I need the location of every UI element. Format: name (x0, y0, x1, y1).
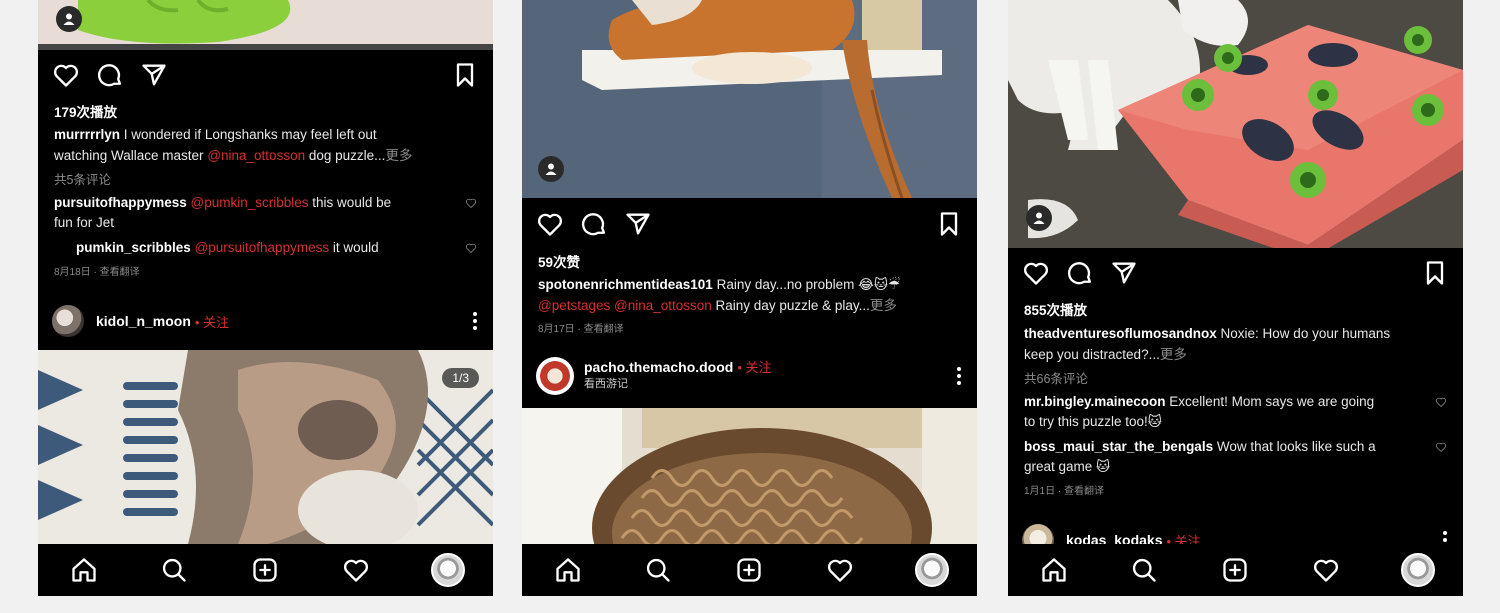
search-icon[interactable] (160, 556, 188, 584)
add-icon[interactable] (1221, 556, 1249, 584)
view-comments-link[interactable]: 共5条评论 (54, 170, 473, 190)
comment-1: pursuitofhappymess @pumkin_scribbles thi… (54, 195, 392, 210)
bookmark-icon[interactable] (1421, 259, 1449, 287)
caption-username[interactable]: theadventuresoflumosandnox (1024, 326, 1217, 341)
post-phone-2: 59次赞 spotonenrichmentideas101 Rainy day.… (522, 0, 977, 596)
view-count: 855次播放 (1024, 303, 1088, 318)
post-photo[interactable] (522, 0, 977, 198)
comment-username[interactable]: mr.bingley.mainecoon (1024, 394, 1166, 409)
mention-link[interactable]: @nina_ottosson (207, 148, 305, 163)
heart-icon[interactable] (52, 61, 80, 89)
heart-icon[interactable] (536, 210, 564, 238)
author-username[interactable]: pacho.themacho.dood (584, 359, 733, 375)
post-timestamp: 1月1日 · 查看翻译 (1024, 486, 1105, 497)
post-photo[interactable]: 1/3 (38, 350, 493, 544)
caption: murrrrrlyn I wondered if Longshanks may … (54, 127, 377, 142)
comment-1-line-2: to try this puzzle too!🐱 (1024, 414, 1162, 429)
post-actions (536, 210, 963, 240)
follow-button[interactable]: • 关注 (195, 312, 229, 331)
activity-icon[interactable] (826, 556, 854, 584)
activity-icon[interactable] (342, 556, 370, 584)
post-actions (1022, 259, 1449, 289)
comment-icon[interactable] (1066, 259, 1094, 287)
post-timestamp: 8月18日 · 查看翻译 (54, 267, 140, 278)
add-icon[interactable] (735, 556, 763, 584)
user-tag-icon[interactable] (56, 6, 82, 32)
comment-username[interactable]: pursuitofhappymess (54, 195, 187, 210)
comment-2: boss_maui_star_the_bengals Wow that look… (1024, 439, 1376, 454)
mention-link[interactable]: @pumkin_scribbles (191, 195, 309, 210)
profile-avatar[interactable] (1401, 553, 1435, 587)
share-icon[interactable] (1110, 259, 1138, 287)
post-phone-3: 855次播放 theadventuresoflumosandnox Noxie:… (1008, 0, 1463, 596)
search-icon[interactable] (1130, 556, 1158, 584)
bottom-nav (38, 544, 493, 596)
avatar[interactable] (52, 305, 84, 337)
more-link[interactable]: 更多 (1160, 347, 1187, 362)
caption-line-2: keep you distracted?...更多 (1024, 347, 1187, 362)
comment-like-icon[interactable] (1435, 396, 1447, 408)
carousel-counter: 1/3 (442, 368, 479, 388)
caption-line-2: watching Wallace master @nina_ottosson d… (54, 148, 413, 163)
comment-like-icon[interactable] (465, 242, 477, 254)
mention-link[interactable]: @pursuitofhappymess (195, 240, 330, 255)
author-location[interactable]: 看西游记 (584, 376, 772, 393)
comment-like-icon[interactable] (465, 197, 477, 209)
comment-2: pumkin_scribbles @pursuitofhappymess it … (76, 240, 379, 255)
mention-link[interactable]: @petstages @nina_ottosson (538, 298, 712, 313)
home-icon[interactable] (70, 556, 98, 584)
home-icon[interactable] (1040, 556, 1068, 584)
avatar[interactable] (536, 357, 574, 395)
caption-username[interactable]: murrrrrlyn (54, 127, 120, 142)
more-options-icon[interactable] (957, 367, 961, 385)
post-author-row: kidol_n_moon • 关注 (52, 303, 477, 339)
profile-avatar[interactable] (915, 553, 949, 587)
view-count: 179次播放 (54, 105, 118, 120)
author-info: pacho.themacho.dood • 关注 看西游记 (584, 359, 772, 393)
follow-button[interactable]: • 关注 (737, 360, 771, 375)
caption-username[interactable]: spotonenrichmentideas101 (538, 277, 713, 292)
more-link[interactable]: 更多 (385, 148, 412, 163)
post-photo[interactable] (1008, 0, 1463, 248)
comment-like-icon[interactable] (1435, 441, 1447, 453)
view-comments-link[interactable]: 共66条评论 (1024, 369, 1443, 389)
comment-icon[interactable] (580, 210, 608, 238)
user-tag-icon[interactable] (1026, 205, 1052, 231)
user-tag-icon[interactable] (538, 156, 564, 182)
comment-username[interactable]: boss_maui_star_the_bengals (1024, 439, 1213, 454)
caption-line-2: @petstages @nina_ottosson Rainy day puzz… (538, 298, 897, 313)
caption: spotonenrichmentideas101 Rainy day...no … (538, 277, 901, 292)
caption: theadventuresoflumosandnox Noxie: How do… (1024, 326, 1391, 341)
post-photo[interactable] (38, 0, 493, 50)
bottom-nav (522, 544, 977, 596)
author-username[interactable]: kidol_n_moon (96, 313, 191, 329)
post-phone-1: 179次播放 murrrrrlyn I wondered if Longshan… (38, 0, 493, 596)
search-icon[interactable] (644, 556, 672, 584)
comment-1: mr.bingley.mainecoon Excellent! Mom says… (1024, 394, 1375, 409)
add-icon[interactable] (251, 556, 279, 584)
profile-avatar[interactable] (431, 553, 465, 587)
comment-username[interactable]: pumkin_scribbles (76, 240, 191, 255)
like-count: 59次赞 (538, 255, 581, 270)
more-link[interactable]: 更多 (870, 298, 897, 313)
bookmark-icon[interactable] (935, 210, 963, 238)
more-options-icon[interactable] (473, 312, 477, 330)
post-timestamp: 8月17日 · 查看翻译 (538, 324, 624, 335)
post-author-row: pacho.themacho.dood • 关注 看西游记 (536, 357, 961, 395)
post-actions (52, 61, 479, 91)
bookmark-icon[interactable] (451, 61, 479, 89)
heart-icon[interactable] (1022, 259, 1050, 287)
share-icon[interactable] (140, 61, 168, 89)
comment-1-line-2: fun for Jet (54, 215, 115, 230)
activity-icon[interactable] (1312, 556, 1340, 584)
home-icon[interactable] (554, 556, 582, 584)
comment-2-line-2: great game 🐱 (1024, 459, 1111, 474)
post-photo[interactable] (522, 408, 977, 544)
bottom-nav (1008, 544, 1463, 596)
comment-icon[interactable] (96, 61, 124, 89)
share-icon[interactable] (624, 210, 652, 238)
